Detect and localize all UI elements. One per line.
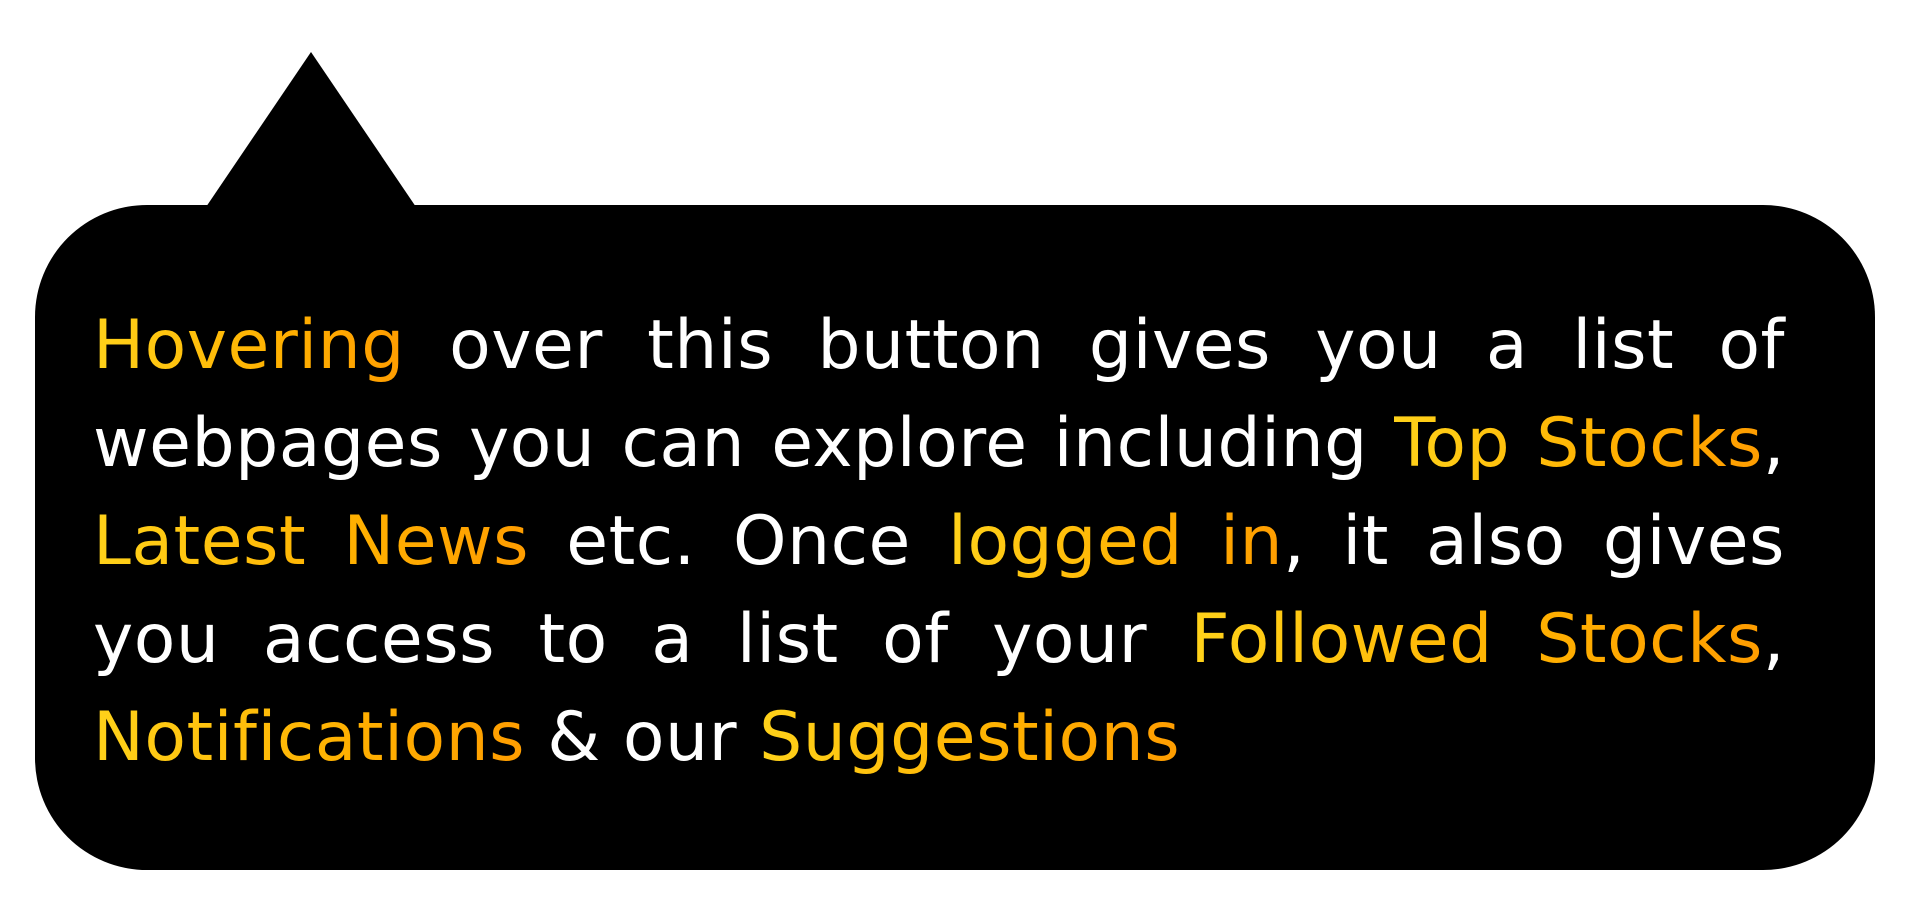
- tooltip-text: Hovering over this button gives you a li…: [93, 297, 1785, 787]
- tooltip-pointer: [206, 52, 416, 207]
- tooltip-highlight-top-stocks: Top Stocks: [1393, 404, 1763, 483]
- tooltip-bubble: Hovering over this button gives you a li…: [35, 205, 1875, 870]
- tooltip-text-segment: ,: [1762, 404, 1786, 483]
- tooltip-highlight-hovering: Hovering: [93, 306, 405, 385]
- tooltip-text-segment: etc. Once: [529, 502, 949, 581]
- tooltip-highlight-logged-in: logged in: [948, 502, 1284, 581]
- tooltip-highlight-suggestions: Suggestions: [759, 698, 1181, 777]
- tooltip-text-segment: & our: [525, 698, 760, 777]
- tooltip-highlight-latest-news: Latest News: [93, 502, 530, 581]
- tooltip-highlight-followed-stocks: Followed Stocks: [1190, 600, 1763, 679]
- tooltip-highlight-notifications: Notifications: [93, 698, 526, 777]
- tutorial-overlay: Hovering over this button gives you a li…: [0, 0, 1909, 907]
- tooltip-text-segment: ,: [1762, 600, 1785, 679]
